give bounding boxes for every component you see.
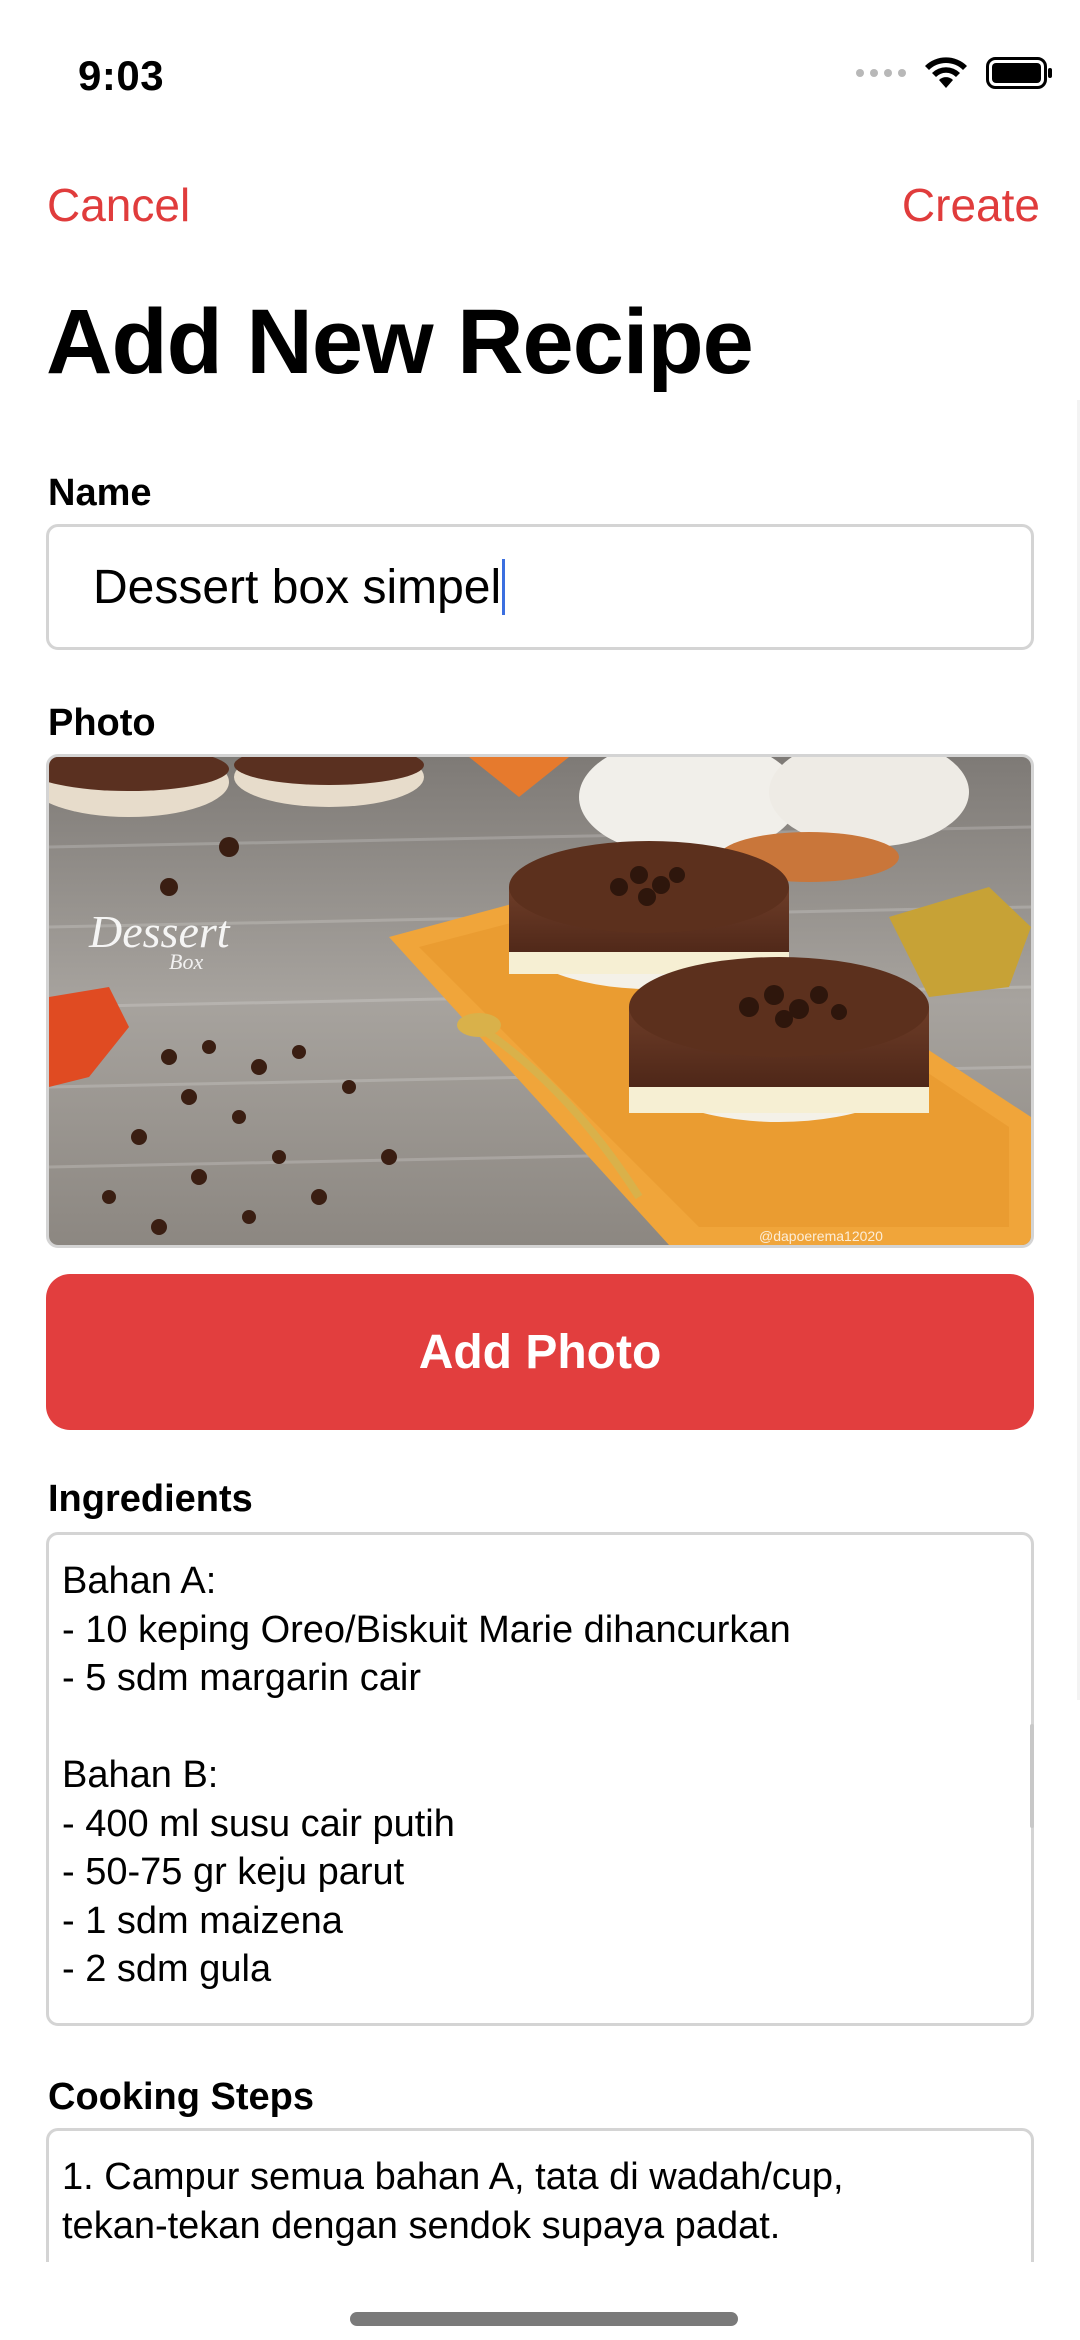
photo-caption-sub: Box (169, 949, 203, 974)
cooking-steps-textarea[interactable]: 1. Campur semua bahan A, tata di wadah/c… (46, 2128, 1034, 2262)
page-title: Add New Recipe (46, 291, 754, 393)
recipe-name-input[interactable]: Dessert box simpel (46, 524, 1034, 650)
add-photo-button[interactable]: Add Photo (46, 1274, 1034, 1430)
wifi-icon (925, 57, 967, 88)
status-time: 9:03 (78, 52, 165, 99)
photo-caption: Dessert (88, 906, 231, 957)
status-icons (856, 56, 1054, 90)
recipe-name-value: Dessert box simpel (93, 560, 502, 614)
home-indicator[interactable] (350, 2312, 738, 2326)
create-button[interactable]: Create (902, 178, 1040, 232)
recipe-photo-image: Dessert Box @dapoerema12020 (49, 757, 1031, 1245)
cancel-button[interactable]: Cancel (47, 178, 190, 232)
cooking-steps-label: Cooking Steps (48, 2076, 315, 2118)
photo-watermark: @dapoerema12020 (759, 1228, 883, 1244)
ingredients-label: Ingredients (48, 1478, 253, 1520)
recipe-photo: Dessert Box @dapoerema12020 (46, 754, 1034, 1248)
name-label: Name (48, 472, 152, 514)
ingredients-textarea[interactable]: Bahan A: - 10 keping Oreo/Biskuit Marie … (46, 1532, 1034, 2026)
cellular-signal-icon (856, 69, 906, 77)
battery-icon (986, 57, 1052, 89)
ingredients-scrollbar[interactable] (1030, 1724, 1034, 1828)
photo-label: Photo (48, 702, 156, 744)
text-caret (502, 559, 506, 615)
